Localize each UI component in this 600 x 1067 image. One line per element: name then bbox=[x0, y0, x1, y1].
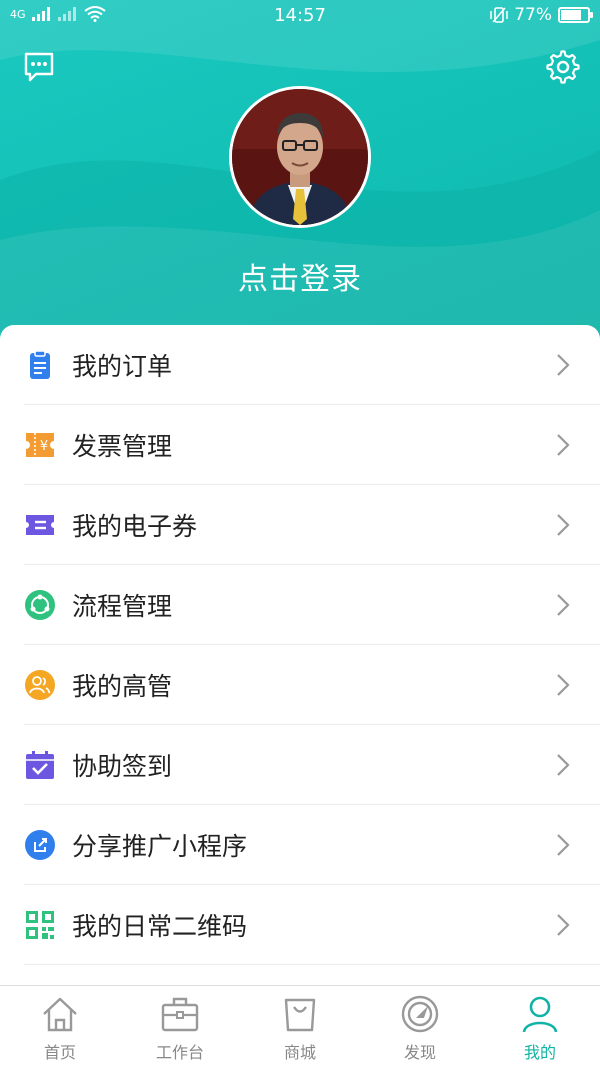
menu-item-invoice[interactable]: ¥ 发票管理 bbox=[0, 405, 600, 485]
menu-item-process[interactable]: 流程管理 bbox=[0, 565, 600, 645]
tab-mine[interactable]: 我的 bbox=[480, 986, 600, 1067]
tab-mall[interactable]: 商城 bbox=[240, 986, 360, 1067]
battery-area: 77% bbox=[490, 5, 593, 25]
status-bar: 4G 14:57 77% bbox=[0, 0, 600, 32]
invoice-icon: ¥ bbox=[26, 433, 54, 457]
menu-item-executives[interactable]: 我的高管 bbox=[0, 645, 600, 725]
tab-label: 首页 bbox=[43, 1043, 76, 1062]
menu-item-checkin[interactable]: 协助签到 bbox=[0, 725, 600, 805]
menu-label: 我的电子券 bbox=[72, 512, 198, 541]
chevron-right-icon bbox=[557, 434, 570, 456]
avatar-portrait bbox=[232, 89, 368, 225]
user-icon bbox=[522, 996, 558, 1033]
settings-gear-icon[interactable] bbox=[546, 50, 580, 84]
battery-icon bbox=[558, 7, 593, 23]
menu-card: 我的订单 ¥ 发票管理 我的电子券 流程管理 我的高管 协助签到 分享推广小程序… bbox=[0, 325, 600, 985]
people-icon bbox=[25, 670, 55, 700]
tab-discover[interactable]: 发现 bbox=[360, 986, 480, 1067]
bottom-tab-bar: 首页 工作台 商城 发现 我的 bbox=[0, 985, 600, 1067]
menu-label: 发票管理 bbox=[72, 432, 173, 461]
divider bbox=[24, 964, 600, 965]
coupon-icon bbox=[26, 515, 54, 535]
home-icon bbox=[43, 997, 77, 1032]
user-avatar[interactable] bbox=[229, 86, 371, 228]
chevron-right-icon bbox=[557, 834, 570, 856]
briefcase-icon bbox=[161, 997, 199, 1032]
calendar-check-icon bbox=[26, 751, 54, 779]
tab-label: 我的 bbox=[523, 1043, 556, 1062]
chevron-right-icon bbox=[557, 674, 570, 696]
clipboard-icon bbox=[30, 350, 50, 379]
menu-item-qrcode[interactable]: 我的日常二维码 bbox=[0, 885, 600, 965]
tab-label: 工作台 bbox=[155, 1043, 204, 1062]
chevron-right-icon bbox=[557, 914, 570, 936]
login-link[interactable]: 点击登录 bbox=[0, 254, 600, 298]
battery-percent: 77% bbox=[514, 5, 552, 25]
message-icon[interactable] bbox=[22, 50, 56, 84]
share-icon bbox=[25, 830, 55, 860]
menu-item-share[interactable]: 分享推广小程序 bbox=[0, 805, 600, 885]
qrcode-icon bbox=[26, 911, 54, 939]
menu-label: 我的高管 bbox=[72, 672, 173, 701]
compass-icon bbox=[401, 995, 439, 1033]
chevron-right-icon bbox=[557, 354, 570, 376]
battery-level bbox=[561, 10, 582, 20]
menu-label: 我的日常二维码 bbox=[72, 912, 248, 941]
tab-label: 商城 bbox=[283, 1043, 316, 1062]
menu-item-coupons[interactable]: 我的电子券 bbox=[0, 485, 600, 565]
menu-label: 协助签到 bbox=[72, 752, 173, 781]
tab-label: 发现 bbox=[403, 1043, 436, 1062]
menu-label: 我的订单 bbox=[72, 352, 173, 381]
shopping-bag-icon bbox=[284, 998, 316, 1032]
menu-label: 分享推广小程序 bbox=[72, 832, 248, 861]
chevron-right-icon bbox=[557, 754, 570, 776]
svg-text:¥: ¥ bbox=[40, 439, 48, 454]
menu-item-orders[interactable]: 我的订单 bbox=[0, 325, 600, 405]
chevron-right-icon bbox=[557, 514, 570, 536]
menu-label: 流程管理 bbox=[72, 592, 173, 621]
vibrate-icon bbox=[490, 7, 508, 23]
tab-workbench[interactable]: 工作台 bbox=[120, 986, 240, 1067]
process-icon bbox=[25, 590, 55, 620]
tab-home[interactable]: 首页 bbox=[0, 986, 120, 1067]
chevron-right-icon bbox=[557, 594, 570, 616]
